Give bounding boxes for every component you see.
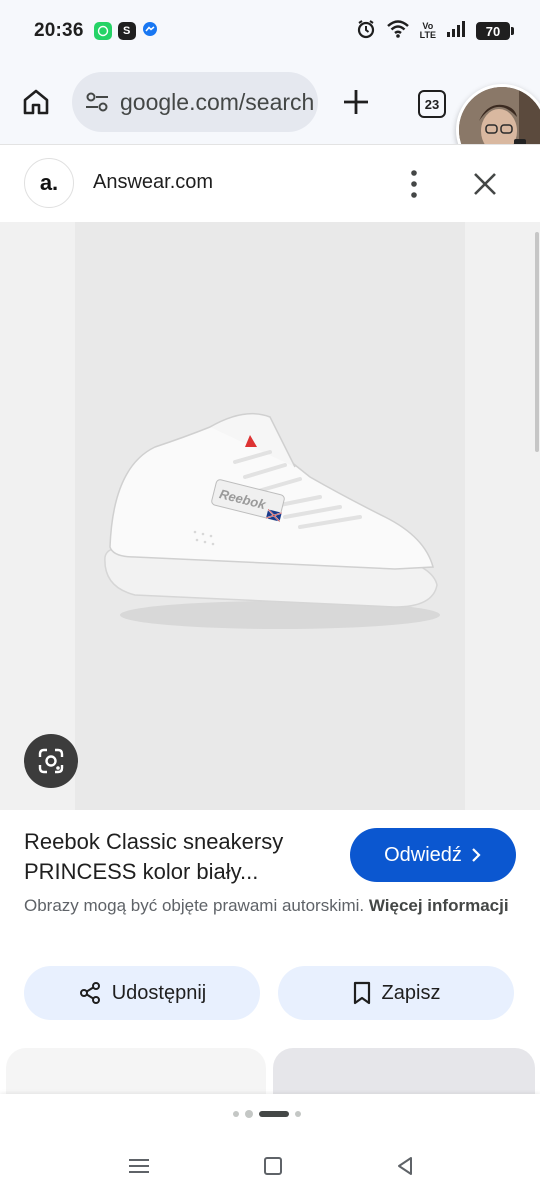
related-result-card[interactable] [6,1048,266,1098]
share-button[interactable]: Udostępnij [24,966,260,1020]
image-viewer: Reebok [0,222,540,810]
page-dot [245,1110,253,1118]
whatsapp-icon [93,22,112,40]
status-time: 20:36 [34,20,84,41]
save-button[interactable]: Zapisz [278,966,514,1020]
page-dot [295,1111,301,1117]
status-bar: 20:36 S Vo LTE 70 [0,0,540,62]
close-icon[interactable] [470,169,500,199]
copyright-text: Obrazy mogą być objęte prawami autorskim… [24,896,365,915]
page-dot [233,1111,239,1117]
bookmark-icon [353,981,370,1005]
back-icon[interactable] [395,1156,415,1176]
chevron-right-icon [472,848,481,862]
volte-indicator: Vo LTE [420,22,436,40]
shoe-image: Reebok [104,412,440,629]
alarm-icon [356,19,376,44]
share-icon [79,982,100,1004]
page-indicator [233,1110,301,1118]
google-lens-button[interactable] [24,734,78,788]
visit-button-label: Odwiedź [384,843,462,866]
notification-icons: S [93,21,158,42]
tab-switcher-icon[interactable]: 23 [418,90,446,118]
messenger-icon [142,21,158,42]
copyright-notice: Obrazy mogą być objęte prawami autorskim… [24,893,514,918]
more-options-icon[interactable] [402,167,426,201]
more-info-link[interactable]: Więcej informacji [369,896,509,915]
address-bar[interactable]: google.com/search [72,72,318,132]
site-logo[interactable]: a. [24,158,74,208]
lens-icon [38,748,64,774]
app-s-icon: S [117,22,136,40]
product-title[interactable]: Reebok Classic sneakersy PRINCESS kolor … [24,827,334,887]
site-name[interactable]: Answear.com [93,171,213,194]
volte-bottom-label: LTE [419,30,436,40]
nav-home-icon[interactable] [264,1157,282,1175]
page-dot-active [259,1111,289,1117]
save-button-label: Zapisz [381,981,441,1004]
url-text: google.com/search [120,88,315,115]
tune-icon[interactable] [84,89,110,115]
visit-button[interactable]: Odwiedź [350,828,516,882]
home-icon[interactable] [20,86,52,118]
signal-icon [446,20,466,43]
site-header: a. Answear.com [0,144,540,222]
browser-toolbar: google.com/search 23 [0,62,540,176]
status-right-icons: Vo LTE 70 [356,19,514,44]
scrollbar[interactable] [535,232,539,452]
wifi-icon [386,19,410,44]
share-button-label: Udostępnij [111,981,207,1004]
related-result-card[interactable] [273,1048,535,1098]
plus-icon[interactable] [340,86,372,118]
bottom-bar [0,1094,540,1199]
battery-icon: 70 [476,22,514,40]
recent-apps-icon[interactable] [128,1158,150,1174]
